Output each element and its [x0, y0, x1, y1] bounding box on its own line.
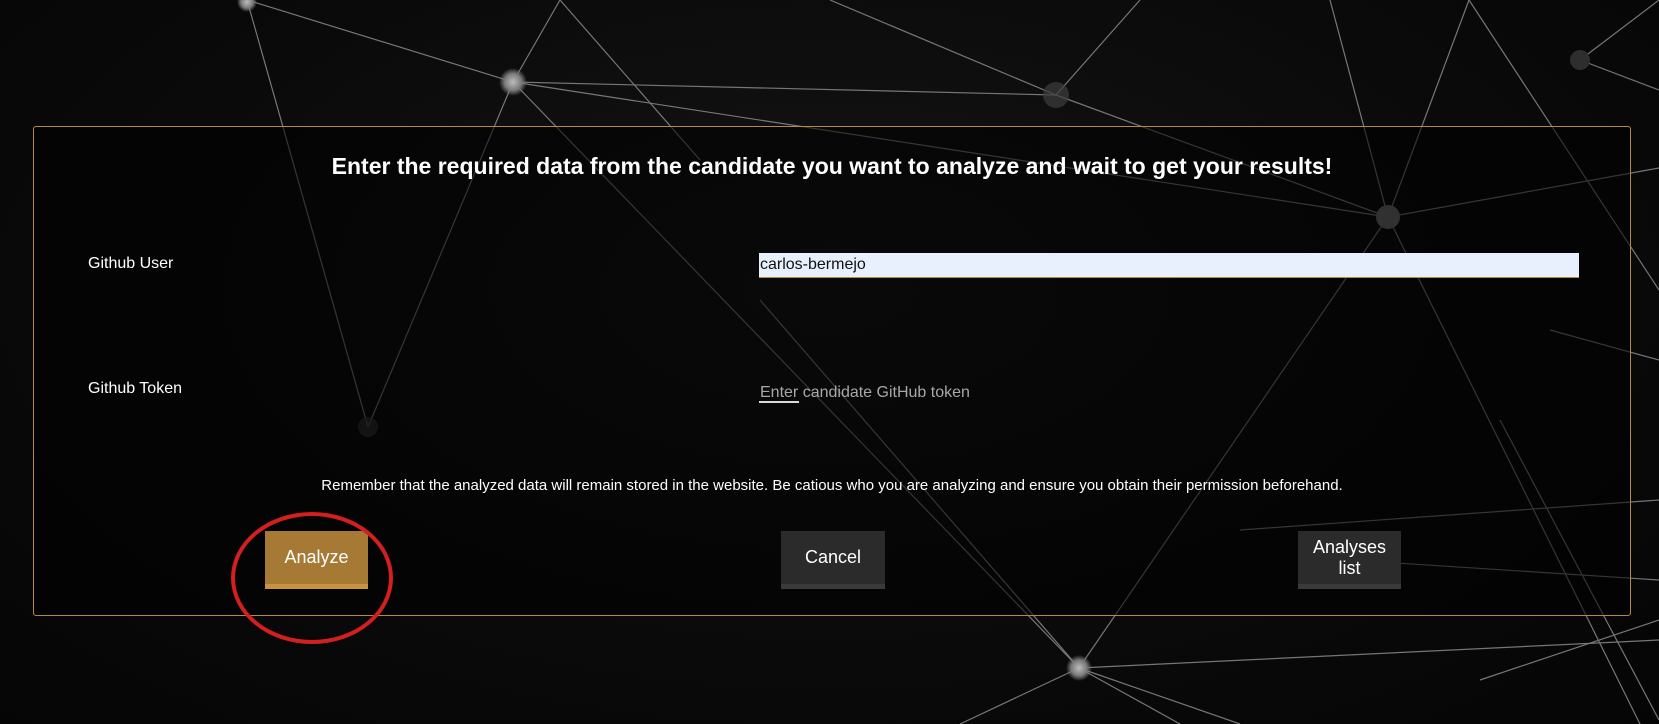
analyses-list-button[interactable]: Analyses list [1298, 531, 1401, 589]
github-user-input[interactable] [759, 253, 1579, 278]
analysis-form-panel: Enter the required data from the candida… [33, 126, 1631, 616]
token-input-underline [759, 401, 799, 403]
github-token-input[interactable] [759, 380, 1579, 406]
analyze-button[interactable]: Analyze [265, 531, 368, 589]
github-user-label: Github User [88, 255, 174, 272]
cancel-button[interactable]: Cancel [781, 531, 885, 589]
privacy-notice: Remember that the analyzed data will rem… [321, 477, 1343, 494]
github-token-label: Github Token [88, 380, 182, 397]
form-title: Enter the required data from the candida… [331, 153, 1333, 179]
